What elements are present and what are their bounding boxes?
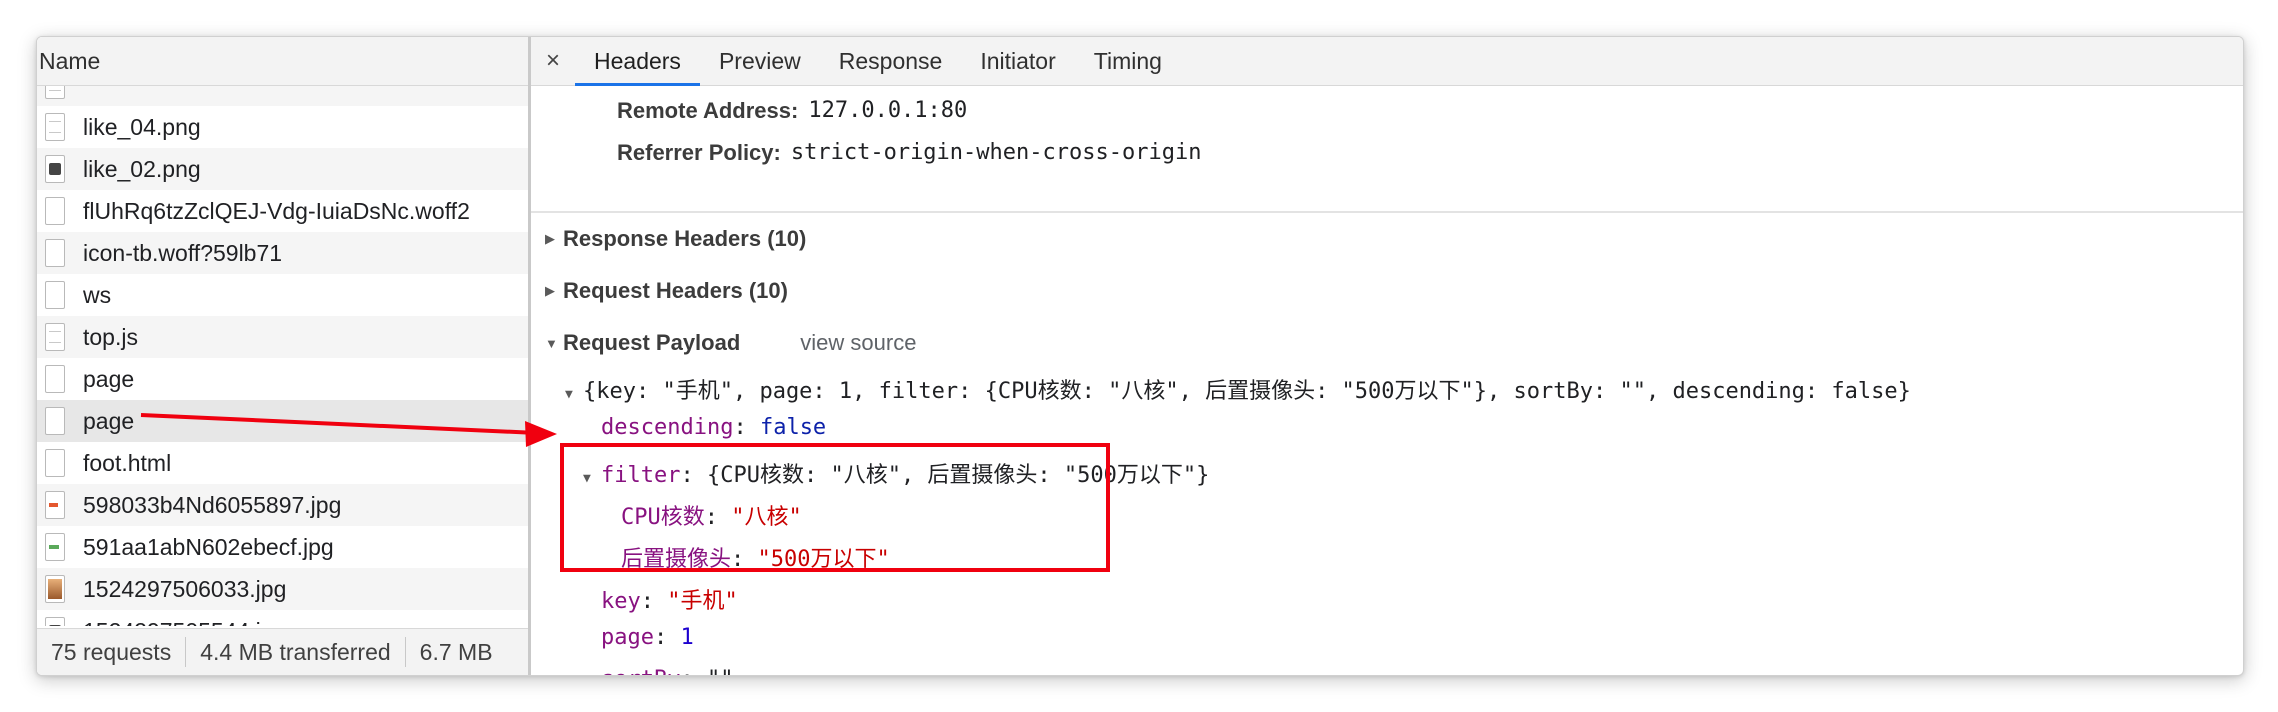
annotation-arrow — [140, 413, 557, 447]
annotation-arrow-head — [525, 421, 557, 447]
devtools-window: Name like_04.png like_02.png flUhRq6tzZc… — [36, 36, 2244, 676]
annotation-arrow-line — [140, 413, 538, 435]
